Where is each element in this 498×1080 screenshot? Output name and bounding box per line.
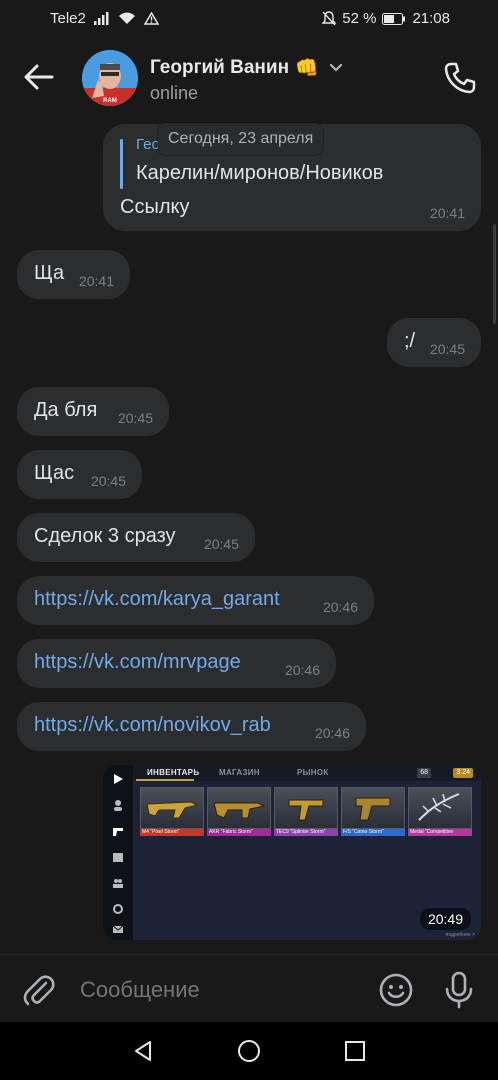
status-bar: Tele2 52 % 21:08 (0, 0, 498, 38)
pistol-icon (355, 797, 391, 821)
message-text: Ссылку (120, 196, 190, 218)
game-item-label: Medal "Competitive (408, 829, 472, 836)
message-link[interactable]: https://vk.com/mrvpage (34, 651, 241, 674)
smg-icon (288, 799, 324, 821)
message-text: Да бля (34, 399, 98, 421)
message-text: Ща (34, 262, 65, 284)
game-item-label: AKR "Fabric Storm" (207, 829, 271, 836)
incoming-message[interactable]: Ща 20:41 (17, 250, 130, 299)
scrollbar[interactable] (493, 224, 496, 324)
incoming-message[interactable]: https://vk.com/mrvpage 20:46 (17, 639, 336, 688)
message-time: 20:46 (314, 725, 350, 741)
incoming-message[interactable]: Да бля 20:45 (17, 387, 169, 436)
incoming-message[interactable]: Сделок 3 сразу 20:45 (17, 513, 255, 562)
game-item-label: F/S "Camo Storm" (341, 829, 405, 836)
gun-icon (113, 828, 123, 836)
box-icon (113, 853, 123, 862)
game-item-card (207, 787, 271, 829)
warning-icon (143, 12, 159, 25)
message-link[interactable]: https://vk.com/novikov_rab (34, 714, 271, 737)
team-icon (113, 879, 123, 888)
avatar[interactable]: RAM (82, 50, 138, 106)
nav-recents-icon[interactable] (343, 1039, 367, 1063)
reply-quote-bar (120, 139, 123, 189)
incoming-message[interactable]: https://vk.com/novikov_rab 20:46 (17, 702, 366, 751)
message-time: 20:41 (429, 205, 465, 221)
mail-icon (112, 925, 124, 933)
message-text: ;/ (404, 330, 416, 352)
message-time: 20:46 (284, 662, 320, 678)
message-input[interactable] (80, 976, 370, 1004)
date-divider: Сегодня, 23 апреля (158, 123, 324, 155)
contact-name-text: Георгий Ванин (150, 57, 290, 78)
carrier-label: Tele2 (50, 10, 86, 27)
game-tab-underline (136, 779, 194, 781)
chevron-down-icon[interactable] (329, 63, 343, 73)
incoming-message[interactable]: Щас 20:45 (17, 450, 142, 499)
message-time: 20:41 (78, 273, 114, 289)
outgoing-message[interactable]: ;/ 20:45 (387, 318, 481, 367)
clock: 21:08 (412, 10, 450, 27)
medal-icon (418, 793, 460, 821)
signal-icon (93, 12, 109, 25)
game-tab-shop: МАГАЗИН (219, 768, 260, 777)
game-item-label: TEC9 "Splinter Storm" (274, 829, 338, 836)
game-item-card (274, 787, 338, 829)
play-icon (114, 774, 123, 784)
phone-icon[interactable] (442, 60, 478, 96)
contact-status: online (150, 83, 199, 103)
image-message[interactable]: ИНВЕНТАРЬ МАГАЗИН РЫНОК 68 3.24 M4 "Pixe… (103, 765, 481, 940)
game-item-label: M4 "Pixel Storm" (140, 829, 204, 836)
message-time: 20:45 (117, 410, 153, 426)
avatar-image: RAM (82, 50, 138, 106)
battery-percent: 52 % (342, 10, 377, 27)
reply-quoted-text: Карелин/миронов/Новиков (136, 162, 384, 184)
attach-icon[interactable] (22, 973, 56, 1007)
game-balance-1: 68 (417, 768, 431, 778)
message-time: 20:45 (203, 536, 239, 552)
message-link[interactable]: https://vk.com/karya_garant (34, 588, 280, 611)
game-tab-inventory: ИНВЕНТАРЬ (147, 768, 200, 777)
message-time: 20:49 (419, 908, 471, 930)
fist-emoji-icon: 👊 (295, 58, 319, 79)
game-item-card (140, 787, 204, 829)
message-list[interactable]: Геор Карелин/миронов/Новиков Ссылку 20:4… (0, 116, 498, 954)
game-item-card (341, 787, 405, 829)
rifle-icon (146, 801, 199, 819)
nav-home-icon[interactable] (237, 1039, 261, 1063)
settings-icon (113, 904, 123, 914)
message-text: Щас (34, 462, 75, 484)
message-time: 20:46 (322, 599, 358, 615)
game-balance-2: 3.24 (453, 768, 473, 778)
mic-icon[interactable] (443, 971, 475, 1009)
mute-icon (322, 11, 337, 26)
game-footer-link: подробнее > (445, 932, 475, 938)
battery-icon (382, 12, 406, 25)
message-text: Сделок 3 сразу (34, 525, 176, 547)
back-arrow-icon[interactable] (22, 60, 56, 94)
incoming-message[interactable]: https://vk.com/karya_garant 20:46 (17, 576, 374, 625)
game-sidebar (103, 765, 133, 940)
contact-name[interactable]: Георгий Ванин 👊 (150, 56, 343, 80)
emoji-icon[interactable] (378, 972, 414, 1008)
game-tab-market: РЫНОК (297, 768, 329, 777)
svg-text:RAM: RAM (103, 98, 117, 104)
message-input-bar (0, 954, 498, 1022)
chat-header: RAM Георгий Ванин 👊 online (0, 38, 498, 116)
rifle-icon (213, 802, 266, 819)
message-time: 20:45 (90, 473, 126, 489)
game-item-card (408, 787, 472, 829)
user-icon (114, 800, 122, 811)
system-nav-bar (0, 1022, 498, 1080)
wifi-icon (118, 12, 135, 24)
nav-back-icon[interactable] (131, 1039, 155, 1063)
message-time: 20:45 (429, 341, 465, 357)
